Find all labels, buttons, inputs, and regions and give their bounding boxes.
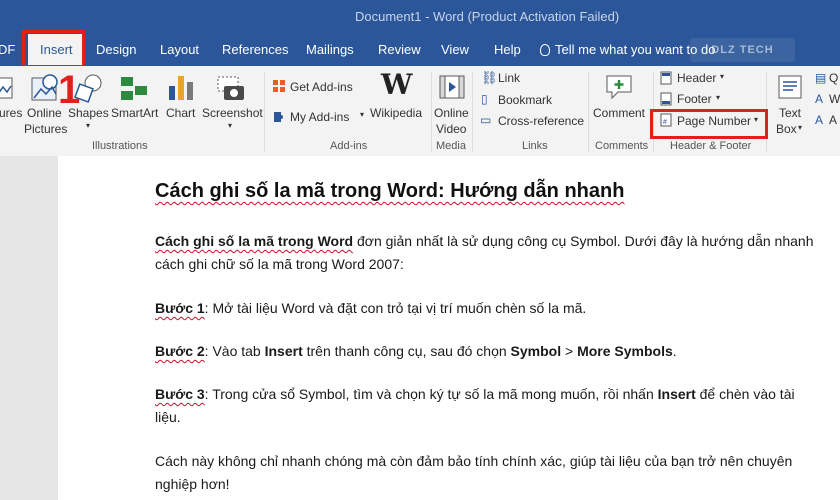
step-3-text-a: : Trong cửa sổ Symbol, tìm và chọn ký tự…	[204, 386, 658, 402]
online-pictures-label-2[interactable]: Pictures	[24, 122, 67, 136]
text-box-dropdown-icon[interactable]: ▾	[798, 123, 802, 132]
my-addins-button[interactable]: My Add-ins	[290, 110, 349, 124]
document-title: Cách ghi số la mã trong Word: Hướng dẫn …	[155, 180, 625, 202]
my-addins-icon[interactable]	[272, 110, 286, 124]
step-2-separator: >	[561, 343, 578, 359]
paragraph-step-1: Bước 1: Mở tài liệu Word và đặt con trỏ …	[155, 297, 815, 320]
text-box-label-1[interactable]: Text	[779, 106, 801, 120]
step-2-text-b: trên thanh công cụ, sau đó chọn	[302, 343, 511, 359]
paragraph-intro: Cách ghi số la mã trong Word đơn giản nh…	[155, 230, 815, 276]
drop-cap-icon[interactable]: A	[815, 113, 823, 127]
lightbulb-icon	[540, 44, 550, 56]
step-2-end: .	[672, 343, 677, 359]
drop-cap-truncated[interactable]: A	[829, 113, 837, 127]
step-2-label: Bước 2	[155, 343, 205, 359]
tab-layout[interactable]: Layout	[160, 42, 199, 57]
smartart-icon[interactable]	[119, 74, 149, 102]
tab-help[interactable]: Help	[494, 42, 521, 57]
chart-label[interactable]: Chart	[166, 106, 195, 120]
group-separator	[472, 72, 473, 152]
tab-mailings[interactable]: Mailings	[306, 42, 354, 57]
pictures-label[interactable]: ures	[0, 106, 22, 120]
group-separator	[264, 72, 265, 152]
paragraph-step-3: Bước 3: Trong cửa sổ Symbol, tìm và chọn…	[155, 383, 815, 429]
chart-icon[interactable]	[167, 72, 195, 102]
cross-reference-button[interactable]: Cross-reference	[498, 114, 584, 128]
tab-view[interactable]: View	[441, 42, 469, 57]
group-separator	[431, 72, 432, 152]
quick-parts-truncated[interactable]: Q	[829, 71, 838, 85]
group-header-footer: Header & Footer	[670, 140, 752, 152]
tab-review[interactable]: Review	[378, 42, 421, 57]
online-pictures-label-1[interactable]: Online	[27, 106, 62, 120]
highlight-page-number	[650, 109, 768, 139]
group-comments: Comments	[595, 140, 649, 152]
step-1-text: : Mở tài liệu Word và đặt con trỏ tại vị…	[204, 300, 587, 316]
smartart-label[interactable]: SmartArt	[111, 106, 158, 120]
store-icon[interactable]	[272, 79, 286, 93]
group-addins: Add-ins	[330, 140, 368, 152]
window-title: Document1 - Word (Product Activation Fai…	[355, 9, 620, 24]
paragraph-step-2: Bước 2: Vào tab Insert trên thanh công c…	[155, 340, 815, 363]
link-button[interactable]: Link	[498, 71, 520, 85]
callout-number-1: 1	[58, 68, 81, 112]
online-video-label-1[interactable]: Online	[434, 106, 469, 120]
group-separator	[588, 72, 589, 152]
online-video-icon[interactable]	[438, 72, 466, 102]
step-3-insert: Insert	[657, 386, 696, 402]
comment-button[interactable]: Comment	[593, 106, 645, 120]
pictures-icon[interactable]	[0, 74, 14, 102]
screenshot-label[interactable]: Screenshot	[202, 106, 263, 120]
bookmark-icon[interactable]: ▯	[481, 92, 488, 106]
wordart-truncated[interactable]: W	[829, 92, 840, 106]
group-links: Links	[522, 140, 548, 152]
paragraph-conclusion: Cách này không chỉ nhanh chóng mà còn đả…	[155, 453, 793, 492]
get-addins-button[interactable]: Get Add-ins	[290, 80, 353, 94]
screenshot-icon[interactable]	[216, 74, 246, 102]
header-dropdown-icon[interactable]: ▾	[720, 72, 724, 81]
tab-references[interactable]: References	[222, 42, 288, 57]
step-3-label: Bước 3	[155, 386, 205, 402]
intro-bold: Cách ghi số la mã trong Word	[155, 233, 354, 249]
step-1-label: Bước 1	[155, 300, 205, 316]
text-box-label-2[interactable]: Box	[776, 122, 797, 136]
header-icon[interactable]	[660, 71, 672, 85]
step-2-more-symbols: More Symbols	[577, 343, 673, 359]
header-button[interactable]: Header	[677, 71, 716, 85]
group-media: Media	[436, 140, 466, 152]
watermark-logo: DLZ TECH	[690, 38, 795, 62]
comment-icon[interactable]	[604, 72, 636, 102]
cross-reference-icon[interactable]: ▭	[480, 113, 491, 127]
footer-icon[interactable]	[660, 92, 672, 106]
wikipedia-label[interactable]: Wikipedia	[370, 106, 422, 120]
bookmark-button[interactable]: Bookmark	[498, 93, 552, 107]
step-2-symbol: Symbol	[510, 343, 562, 359]
screenshot-dropdown-icon[interactable]: ▾	[228, 121, 232, 130]
footer-dropdown-icon[interactable]: ▾	[716, 93, 720, 102]
step-2-insert: Insert	[264, 343, 303, 359]
step-2-text-a: : Vào tab	[204, 343, 265, 359]
document-page[interactable]: Cách ghi số la mã trong Word: Hướng dẫn …	[58, 156, 840, 500]
shapes-dropdown-icon[interactable]: ▾	[86, 121, 90, 130]
tab-design[interactable]: Design	[96, 42, 136, 57]
document-area: Cách ghi số la mã trong Word: Hướng dẫn …	[0, 156, 840, 500]
wikipedia-icon[interactable]: W	[381, 68, 412, 101]
tab-pdf[interactable]: DF	[0, 42, 15, 57]
group-illustrations: Illustrations	[92, 140, 148, 152]
title-bar: Document1 - Word (Product Activation Fai…	[0, 0, 840, 34]
link-icon[interactable]: ⛓	[481, 70, 498, 86]
quick-parts-icon[interactable]: ▤	[815, 71, 826, 85]
text-box-icon[interactable]	[776, 72, 804, 102]
wordart-icon[interactable]: A	[815, 92, 823, 106]
highlight-insert-tab	[22, 30, 85, 68]
online-video-label-2[interactable]: Video	[436, 122, 466, 136]
footer-button[interactable]: Footer	[677, 92, 712, 106]
my-addins-dropdown-icon[interactable]: ▾	[360, 110, 364, 119]
